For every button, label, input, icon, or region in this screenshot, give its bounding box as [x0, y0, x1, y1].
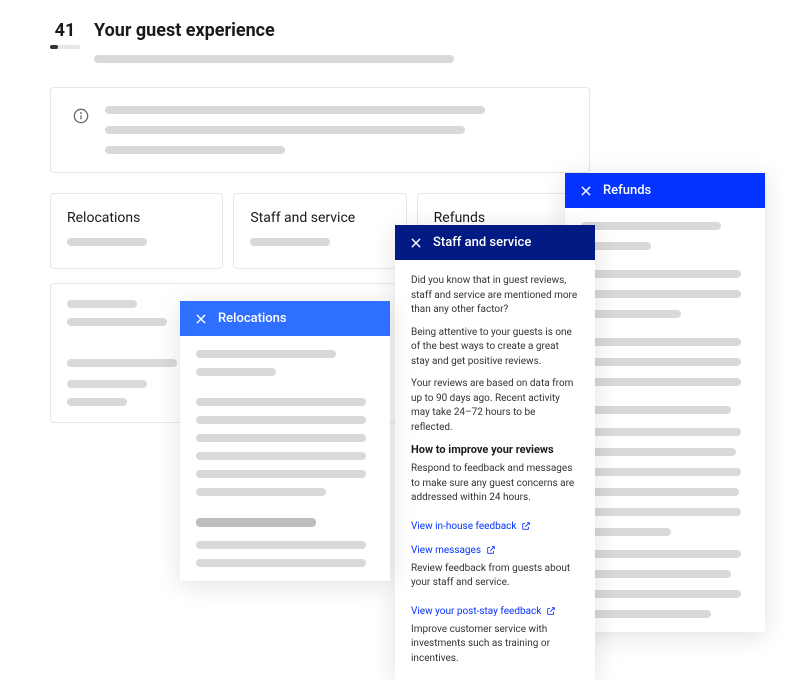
panel-header: Staff and service — [395, 225, 595, 260]
tile-relocations[interactable]: Relocations — [50, 193, 223, 269]
paragraph: Improve customer service with investment… — [411, 623, 579, 667]
page-title: Your guest experience — [94, 20, 590, 41]
tile-title: Relocations — [67, 210, 206, 226]
external-link-icon — [546, 606, 556, 616]
panel-staff-and-service: Staff and service Did you know that in g… — [395, 225, 595, 680]
score: 41 — [50, 20, 80, 49]
paragraph: Being attentive to your guests is one of… — [411, 326, 579, 370]
header-row: 41 Your guest experience — [50, 20, 590, 63]
link-view-in-house-feedback[interactable]: View in-house feedback — [411, 521, 531, 532]
panel-header: Refunds — [565, 173, 765, 208]
paragraph: Review feedback from guests about your s… — [411, 562, 579, 591]
panel-header: Relocations — [180, 301, 390, 336]
paragraph: Respond to feedback and messages to make… — [411, 462, 579, 506]
info-callout — [50, 87, 590, 173]
panel-refunds: Refunds — [565, 173, 765, 632]
panel-relocations: Relocations — [180, 301, 390, 581]
external-link-icon — [521, 521, 531, 531]
link-view-post-stay-feedback[interactable]: View your post-stay feedback — [411, 606, 556, 617]
section-title: How to improve your reviews — [411, 443, 579, 456]
subtitle-placeholder — [94, 55, 454, 63]
tile-staff-and-service[interactable]: Staff and service — [233, 193, 406, 269]
close-icon[interactable] — [409, 236, 423, 250]
close-icon[interactable] — [579, 184, 593, 198]
panel-title: Relocations — [218, 311, 287, 326]
paragraph: Did you know that in guest reviews, staf… — [411, 274, 579, 318]
close-icon[interactable] — [194, 312, 208, 326]
panel-title: Refunds — [603, 183, 651, 198]
score-number: 41 — [55, 20, 76, 41]
score-bar — [50, 45, 80, 49]
tile-title: Staff and service — [250, 210, 389, 226]
link-view-messages[interactable]: View messages — [411, 545, 496, 556]
external-link-icon — [486, 545, 496, 555]
tile-title: Refunds — [434, 210, 573, 226]
info-icon — [73, 108, 89, 124]
panel-title: Staff and service — [433, 235, 531, 250]
paragraph: Your reviews are based on data from up t… — [411, 377, 579, 435]
